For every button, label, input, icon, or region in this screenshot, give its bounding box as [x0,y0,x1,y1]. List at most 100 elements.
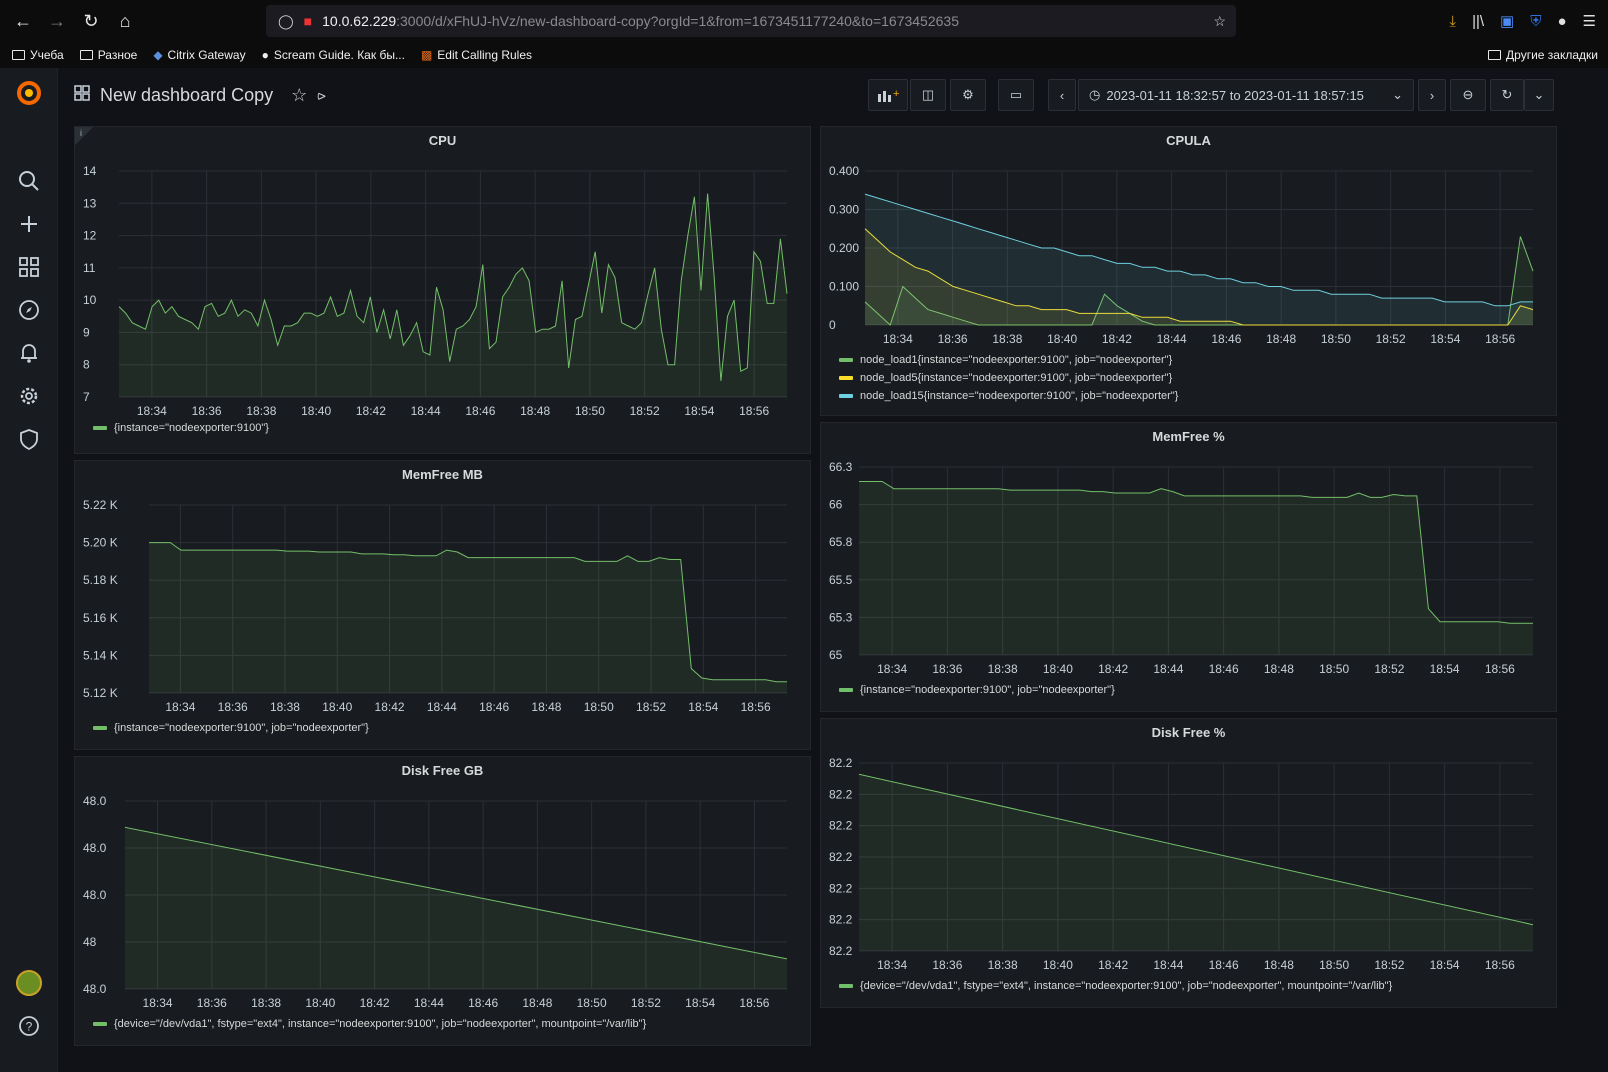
create-icon[interactable] [14,209,44,239]
panel-memfree-mb[interactable]: 5.22 K 5.20 K 5.18 K 5.16 K 5.14 K 5.12 K 18:3… [74,460,811,750]
y-tick-label: 11 [83,261,96,275]
grafana-logo-icon[interactable] [14,78,44,108]
share-icon[interactable]: ⪧ [317,87,325,104]
tv-mode-button[interactable]: ▭ [998,79,1034,111]
settings-gear-icon[interactable] [14,381,44,411]
bookmark-link[interactable]: ◆ Citrix Gateway [153,48,245,62]
legend-swatch [93,1022,107,1026]
legend: {device="/dev/vda1", fstype="ext4", inst… [839,977,1392,995]
legend-item[interactable]: {instance="nodeexporter:9100"} [93,419,269,437]
x-tick-label: 18:40 [1043,662,1073,676]
x-tick-label: 18:44 [411,404,441,418]
panel-title[interactable]: Disk Free GB [75,763,810,778]
back-icon[interactable]: ← [6,4,40,38]
library-icon[interactable]: ||\ [1472,13,1484,30]
x-tick-label: 18:44 [1153,662,1183,676]
dashboards-icon[interactable] [14,252,44,282]
y-tick-label: 0.300 [829,203,859,217]
legend-item[interactable]: node_load1{instance="nodeexporter:9100",… [839,351,1178,369]
legend-item[interactable]: {device="/dev/vda1", fstype="ext4", inst… [93,1015,646,1033]
legend-label: {instance="nodeexporter:9100", job="node… [114,722,369,734]
y-tick-label: 82.2 [829,756,853,770]
time-back-button[interactable]: ‹ [1048,79,1076,111]
x-tick-label: 18:46 [479,700,509,714]
menu-icon[interactable]: ☰ [1583,12,1596,30]
legend: {instance="nodeexporter:9100"} [93,419,269,437]
x-tick-label: 18:50 [1319,958,1349,972]
bookmark-folder[interactable]: Учеба [12,48,64,62]
x-tick-label: 18:56 [1485,958,1515,972]
panel-disk-free-gb[interactable]: 48.0 48.0 48.0 48 48.0 18:34 18:36 18:38 18:40 18… [74,756,811,1046]
y-tick-label: 65.5 [829,573,853,587]
y-tick-label: 5.14 K [83,648,118,662]
legend-swatch [839,688,853,692]
search-icon[interactable] [14,166,44,196]
bookmark-folder[interactable]: Разное [79,48,137,62]
extension-icon[interactable]: ● [1557,13,1566,30]
y-tick-label: 66 [829,498,843,512]
panel-memfree-pct[interactable]: 66.3 66 65.8 65.5 65.3 65 18:34 18:36 18:38 18:40… [820,422,1557,712]
add-panel-button[interactable]: + [868,79,908,111]
panel-cpu[interactable]: 14 13 12 11 10 9 8 7 18:34 18:36 18:38 18:40 18:42 18… [74,126,811,454]
x-tick-label: 18:54 [1430,332,1460,346]
time-range-label: 2023-01-11 18:32:57 to 2023-01-11 18:57:… [1106,87,1364,103]
other-bookmarks[interactable]: Другие закладки [1488,42,1598,68]
side-menu: ? [0,68,58,1072]
folder-icon [12,50,25,60]
avatar[interactable] [14,968,44,998]
legend: {device="/dev/vda1", fstype="ext4", inst… [93,1015,646,1033]
legend-item[interactable]: {instance="nodeexporter:9100", job="node… [93,719,369,737]
legend-item[interactable]: {instance="nodeexporter:9100", job="node… [839,681,1115,699]
legend-item[interactable]: node_load15{instance="nodeexporter:9100"… [839,387,1178,405]
downloads-icon[interactable]: ⤓ [1449,13,1456,30]
refresh-button[interactable]: ↻ [1490,79,1524,111]
y-tick-label: 0.400 [829,164,859,178]
reload-icon[interactable]: ↻ [74,4,108,38]
legend-item[interactable]: node_load5{instance="nodeexporter:9100",… [839,369,1178,387]
help-icon[interactable]: ? [14,1011,44,1041]
bookmark-link[interactable]: ▩ Edit Calling Rules [421,48,532,62]
zoom-out-button[interactable]: ⊖ [1450,79,1486,111]
panel-disk-free-pct[interactable]: 82.2 82.2 82.2 82.2 82.2 82.2 82.2 18:34 18:36 18… [820,718,1557,1008]
y-tick-label: 48.0 [83,841,107,855]
panel-cpula[interactable]: 0.400 0.300 0.200 0.100 0 18:34 18:36 18:38 18:4… [820,126,1557,416]
url-bar[interactable]: ◯ ■ 10.0.62.229:3000/d/xFhUJ-hVz/new-das… [266,5,1236,37]
panel-title[interactable]: MemFree MB [75,467,810,482]
clock-icon: ◷ [1089,87,1101,102]
explore-icon[interactable] [14,295,44,325]
y-tick-label: 82.2 [829,787,853,801]
x-tick-label: 18:44 [414,996,444,1010]
bookmark-link[interactable]: ● Scream Guide. Как бы... [262,48,405,62]
star-icon[interactable]: ☆ [291,85,307,106]
forward-icon[interactable]: → [40,4,74,38]
refresh-interval-dropdown[interactable]: ⌄ [1524,79,1554,111]
bookmark-star-icon[interactable]: ☆ [1213,13,1226,30]
legend: node_load1{instance="nodeexporter:9100",… [839,351,1178,405]
y-tick-label: 10 [83,293,97,307]
x-tick-label: 18:36 [938,332,968,346]
panel-title[interactable]: CPU [75,133,810,148]
alerting-bell-icon[interactable] [14,338,44,368]
folder-icon [1488,50,1502,60]
url-path: :3000/d/xFhUJ-hVz/new-dashboard-copy?org… [396,13,959,29]
translate-icon[interactable]: ▣ [1500,12,1514,30]
save-dashboard-button[interactable]: ◫ [910,79,946,111]
time-range-picker[interactable]: ◷ 2023-01-11 18:32:57 to 2023-01-11 18:5… [1078,79,1414,111]
x-tick-label: 18:54 [1430,958,1460,972]
legend-item[interactable]: {device="/dev/vda1", fstype="ext4", inst… [839,977,1392,995]
x-tick-label: 18:52 [636,700,666,714]
shield-icon[interactable] [14,424,44,454]
bitwarden-icon[interactable]: ⛨ [1530,13,1541,30]
page-title[interactable]: New dashboard Copy [100,85,273,106]
y-tick-label: 65.3 [829,610,853,624]
citrix-icon: ◆ [153,48,163,62]
y-tick-label: 5.22 K [83,498,118,512]
panel-title[interactable]: MemFree % [821,429,1556,444]
panel-title[interactable]: CPULA [821,133,1556,148]
dashboard-settings-button[interactable]: ⚙ [950,79,986,111]
scream-icon: ● [261,48,269,62]
x-tick-label: 18:48 [531,700,561,714]
panel-title[interactable]: Disk Free % [821,725,1556,740]
time-forward-button[interactable]: › [1418,79,1446,111]
home-icon[interactable]: ⌂ [108,4,142,38]
